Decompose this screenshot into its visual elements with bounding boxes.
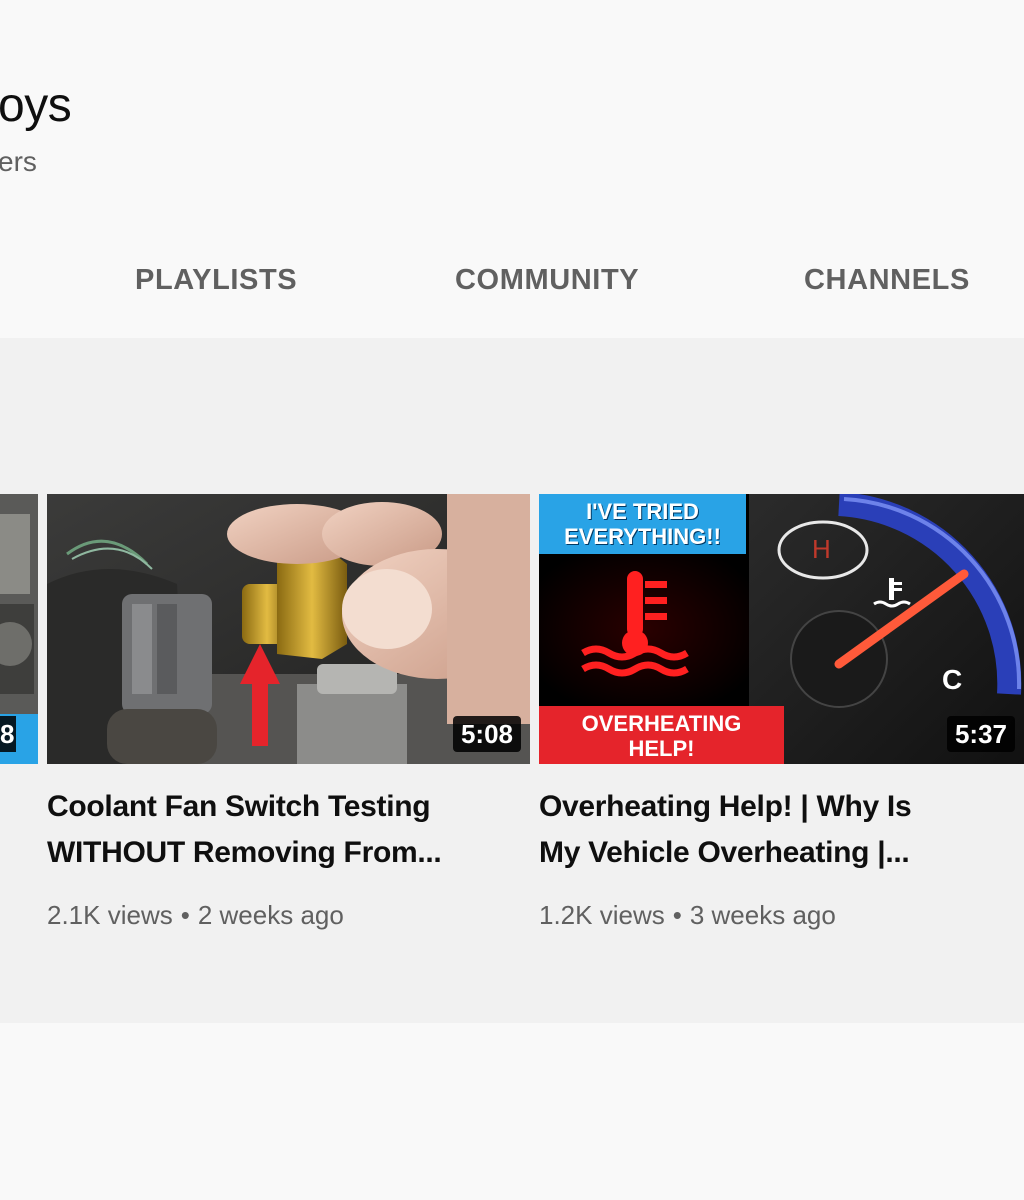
video-duration: 8 [0,719,15,749]
thumbnail-banner-bottom: OVERHEATING HELP! [539,706,784,764]
tab-playlists[interactable]: PLAYLISTS [135,262,297,298]
video-title-2[interactable]: Overheating Help! | Why Is My Vehicle Ov… [539,784,912,876]
video-title-line: Coolant Fan Switch Testing [47,790,431,823]
thumbnail-text: I'VE TRIED [586,499,699,524]
gauge-cold-label: C [942,664,963,695]
video-meta-1: 2.1K views • 2 weeks ago [47,899,344,931]
gauge-hot-label: H [812,534,831,564]
video-title-line: My Vehicle Overheating |... [539,836,910,869]
upload-age: 2 weeks ago [197,900,344,930]
video-thumbnail-1[interactable]: 5:08 [47,494,530,764]
tab-channels[interactable]: CHANNELS [804,262,970,298]
separator-dot: • [672,900,682,930]
video-thumbnail-2[interactable]: I'VE TRIED EVERYTHING!! OVERHEATING HELP… [539,494,1024,764]
view-count: 1.2K views [539,900,665,930]
channel-name[interactable]: oys [0,78,72,134]
page-background [0,1023,1024,1200]
tab-community[interactable]: COMMUNITY [455,262,639,298]
thumbnail-text: HELP! [628,736,695,761]
thumbnail-text: EVERYTHING!! [564,524,721,549]
channel-header: oys ers PLAYLISTS COMMUNITY CHANNELS [0,0,1024,338]
separator-dot: • [180,900,190,930]
coolant-gauge-icon [872,576,912,617]
thumbnail-text: OVERHEATING [581,711,742,736]
thumbnail-banner-top: I'VE TRIED EVERYTHING!! [539,494,746,554]
video-title-1[interactable]: Coolant Fan Switch Testing WITHOUT Remov… [47,784,442,876]
video-meta-2: 1.2K views • 3 weeks ago [539,899,836,931]
video-duration: 5:37 [946,716,1015,752]
coolant-temperature-warning-icon [581,569,691,684]
video-title-line: Overheating Help! | Why Is [539,790,912,823]
video-title-line: WITHOUT Removing From... [47,836,442,869]
upload-age: 3 weeks ago [689,900,836,930]
video-duration: 5:08 [452,716,521,752]
subscriber-count: ers [0,146,37,177]
video-shelf: 8 5:08 Coolant Fan Switch Testing WITHOU… [0,338,1024,1023]
video-thumbnail-0[interactable]: 8 [0,494,38,764]
view-count: 2.1K views [47,900,173,930]
